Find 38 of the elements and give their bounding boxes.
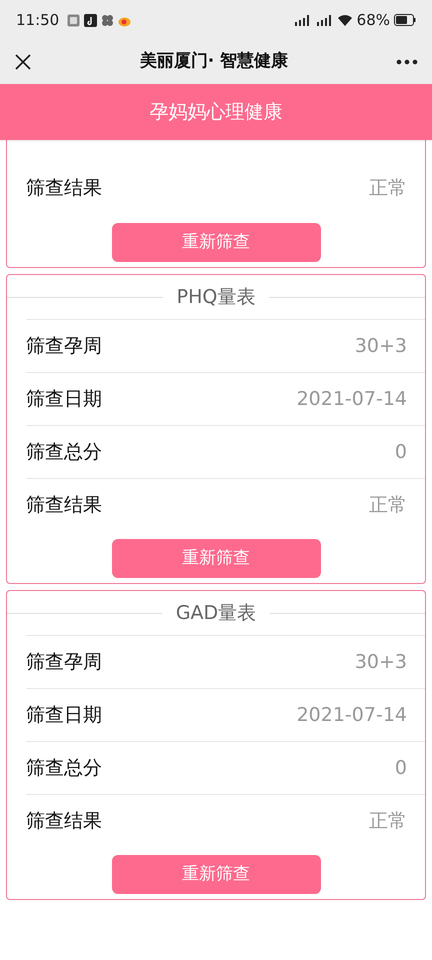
scale-title: GAD量表 bbox=[174, 600, 258, 626]
row-label: 筛查总分 bbox=[26, 440, 102, 465]
wifi-icon bbox=[336, 14, 353, 26]
more-icon bbox=[396, 59, 418, 65]
more-button[interactable] bbox=[396, 59, 418, 65]
row-label: 筛查总分 bbox=[26, 756, 102, 781]
signal-icon bbox=[292, 14, 311, 26]
row-value: 30+3 bbox=[354, 650, 407, 675]
row-label: 筛查结果 bbox=[26, 176, 102, 202]
row-label: 筛查孕周 bbox=[26, 334, 102, 359]
row-value: 0 bbox=[394, 756, 407, 781]
rescreen-button[interactable]: 重新筛查 bbox=[112, 539, 320, 578]
row-label: 筛查孕周 bbox=[26, 650, 102, 675]
app-icon bbox=[84, 14, 98, 26]
battery-text: 68% bbox=[356, 10, 390, 31]
row-value: 正常 bbox=[369, 492, 407, 518]
row-label: 筛查结果 bbox=[26, 492, 102, 518]
row-value: 正常 bbox=[369, 808, 407, 834]
row-value: 2021-07-14 bbox=[296, 702, 407, 728]
app-icon bbox=[101, 14, 114, 26]
rescreen-button[interactable]: 重新筛查 bbox=[112, 223, 320, 262]
close-button[interactable] bbox=[14, 53, 32, 71]
row-label: 筛查日期 bbox=[26, 702, 102, 728]
battery-icon bbox=[394, 14, 416, 26]
row-value: 0 bbox=[394, 440, 407, 465]
row-label: 筛查日期 bbox=[26, 386, 102, 412]
header-title: 孕妈妈心理健康 bbox=[150, 100, 282, 125]
row-value: 2021-07-14 bbox=[296, 386, 407, 412]
clock-text: 11:50 bbox=[16, 10, 60, 31]
page-title: 美丽厦门· 智慧健康 bbox=[140, 50, 288, 74]
rescreen-button[interactable]: 重新筛查 bbox=[112, 855, 320, 894]
app-icon bbox=[67, 14, 80, 26]
signal-icon bbox=[314, 14, 333, 26]
scale-title: PHQ量表 bbox=[176, 284, 256, 310]
close-icon bbox=[14, 53, 32, 71]
row-value: 正常 bbox=[369, 176, 407, 202]
row-value: 30+3 bbox=[354, 334, 407, 359]
row-label: 筛查结果 bbox=[26, 808, 102, 834]
